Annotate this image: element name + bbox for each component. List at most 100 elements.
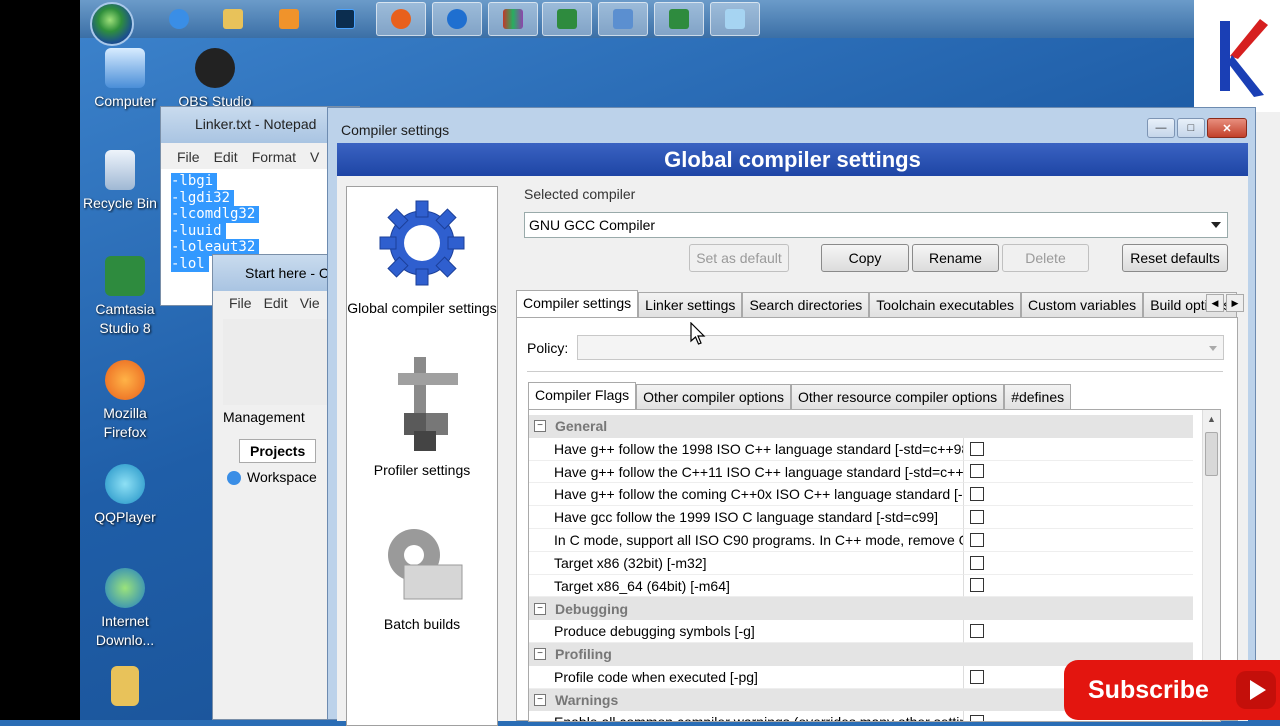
flag-label: Have gcc follow the 1999 ISO C language … (529, 506, 964, 529)
folder-icon (223, 9, 243, 29)
compiler-select[interactable]: GNU GCC Compiler (524, 212, 1228, 238)
tab-compiler-settings[interactable]: Compiler settings (516, 290, 639, 318)
rename-button[interactable]: Rename (912, 244, 999, 272)
flag-checkbox[interactable] (970, 624, 984, 639)
settings-tabs: Compiler settings Linker settings Search… (516, 290, 1238, 318)
close-button[interactable]: ✕ (1207, 118, 1247, 138)
flag-checkbox[interactable] (970, 555, 984, 570)
internet-download-manager-icon (105, 568, 145, 608)
set-as-default-button[interactable]: Set as default (689, 244, 789, 272)
taskbar-firefox[interactable] (376, 2, 426, 36)
flag-checkbox[interactable] (970, 578, 984, 593)
flag-row: Produce debugging symbols [-g] (529, 620, 1193, 643)
text-line: -lol (171, 255, 209, 272)
collapse-icon[interactable]: − (534, 693, 546, 706)
chevron-right-icon[interactable]: ▶ (1226, 294, 1244, 312)
background-window-strip (1256, 112, 1280, 720)
taskbar-camtasia-recorder[interactable] (654, 2, 704, 36)
menu-view[interactable]: Vie (300, 295, 320, 315)
desktop-icon-recycle-bin[interactable]: Recycle Bin (80, 150, 160, 213)
dialog-header: Global compiler settings (337, 143, 1248, 176)
desktop-icon-folder[interactable] (80, 666, 170, 710)
menu-view[interactable]: V (310, 149, 319, 169)
channel-logo (1194, 0, 1280, 112)
teamviewer-icon (447, 9, 467, 29)
menu-format[interactable]: Format (252, 149, 296, 169)
flag-label: In C mode, support all ISO C90 programs.… (529, 528, 964, 552)
menu-file[interactable]: File (177, 149, 200, 169)
tab-linker-settings[interactable]: Linker settings (638, 292, 743, 318)
divider (527, 371, 1223, 372)
desktop-icon-computer[interactable]: Computer (80, 48, 170, 111)
nav-global-compiler-settings[interactable]: Global compiler settings (347, 195, 497, 316)
codeblocks-toolbar (223, 319, 333, 405)
start-button[interactable] (90, 2, 134, 46)
flag-checkbox[interactable] (970, 441, 984, 456)
copy-button[interactable]: Copy (821, 244, 909, 272)
policy-select[interactable] (577, 335, 1224, 360)
desktop-icon-firefox[interactable]: Mozilla Firefox (80, 360, 170, 442)
collapse-icon[interactable]: − (534, 420, 546, 433)
compiler-settings-dialog[interactable]: Compiler settings — □ ✕ Global compiler … (327, 107, 1256, 726)
taskbar-teamviewer[interactable] (432, 2, 482, 36)
taskbar-photoshop[interactable] (320, 2, 370, 36)
flag-checkbox[interactable] (970, 464, 984, 479)
tab-custom-variables[interactable]: Custom variables (1021, 292, 1144, 318)
collapse-icon[interactable]: − (534, 602, 546, 615)
chevron-up-icon[interactable]: ▲ (1203, 410, 1220, 428)
desktop-icon-camtasia[interactable]: Camtasia Studio 8 (80, 256, 170, 338)
taskbar-codeblocks[interactable] (598, 2, 648, 36)
tab-other-compiler-options[interactable]: Other compiler options (636, 384, 791, 410)
camtasia-recorder-icon (669, 9, 689, 29)
nav-profiler-settings[interactable]: Profiler settings (347, 353, 497, 478)
taskbar-media[interactable] (264, 2, 314, 36)
category-debugging[interactable]: − Debugging (529, 597, 1193, 621)
tab-other-resource-compiler-options[interactable]: Other resource compiler options (790, 384, 1005, 410)
text-line: -luuid (171, 222, 226, 239)
projects-tab[interactable]: Projects (239, 439, 317, 463)
workspace-item[interactable]: Workspace (227, 469, 317, 486)
collapse-icon[interactable]: − (534, 648, 546, 661)
tab-toolchain-executables[interactable]: Toolchain executables (869, 292, 1022, 318)
flag-checkbox[interactable] (970, 510, 984, 525)
flag-checkbox[interactable] (970, 669, 984, 684)
nav-batch-builds[interactable]: Batch builds (347, 519, 497, 632)
delete-button[interactable]: Delete (1002, 244, 1089, 272)
recycle-bin-icon (105, 150, 135, 190)
tab-search-directories[interactable]: Search directories (742, 292, 870, 318)
taskbar-notepad[interactable] (710, 2, 760, 36)
taskbar-explorer[interactable] (208, 2, 258, 36)
minimize-button[interactable]: — (1147, 118, 1175, 138)
category-label: Debugging (555, 600, 629, 617)
flag-checkbox[interactable] (970, 487, 984, 502)
tab-defines[interactable]: #defines (1004, 384, 1072, 410)
tab-compiler-flags[interactable]: Compiler Flags (528, 382, 637, 410)
obs-icon (195, 48, 235, 88)
desktop-icon-qqplayer[interactable]: QQPlayer (80, 464, 170, 527)
computer-icon (105, 48, 145, 88)
desktop-icon-idm[interactable]: Internet Downlo... (80, 568, 170, 650)
menu-file[interactable]: File (229, 295, 252, 315)
k-logo-icon (1220, 19, 1268, 97)
qqplayer-icon (105, 464, 145, 504)
desktop-icon-obs[interactable]: OBS Studio (170, 48, 260, 106)
menu-edit[interactable]: Edit (214, 149, 238, 169)
reset-defaults-button[interactable]: Reset defaults (1122, 244, 1228, 272)
desktop-icon-label: Recycle Bin (83, 195, 157, 211)
policy-label: Policy: (527, 340, 569, 356)
text-line: -lgdi32 (171, 189, 235, 206)
chevron-left-icon[interactable]: ◀ (1206, 294, 1224, 312)
codeblocks-window[interactable]: Start here - C File Edit Vie Management … (212, 254, 333, 720)
category-general[interactable]: − General (529, 415, 1193, 438)
taskbar-camtasia[interactable] (542, 2, 592, 36)
scrollbar-thumb[interactable] (1205, 432, 1218, 476)
play-icon (1236, 671, 1276, 709)
flag-checkbox[interactable] (970, 715, 984, 721)
taskbar-ie[interactable] (154, 2, 204, 36)
menu-edit[interactable]: Edit (264, 295, 288, 315)
tab-scroll-buttons: ◀ ▶ (1206, 294, 1244, 312)
maximize-button[interactable]: □ (1177, 118, 1205, 138)
taskbar-winrar[interactable] (488, 2, 538, 36)
subscribe-button[interactable]: Subscribe (1064, 660, 1280, 720)
flag-checkbox[interactable] (970, 532, 984, 547)
